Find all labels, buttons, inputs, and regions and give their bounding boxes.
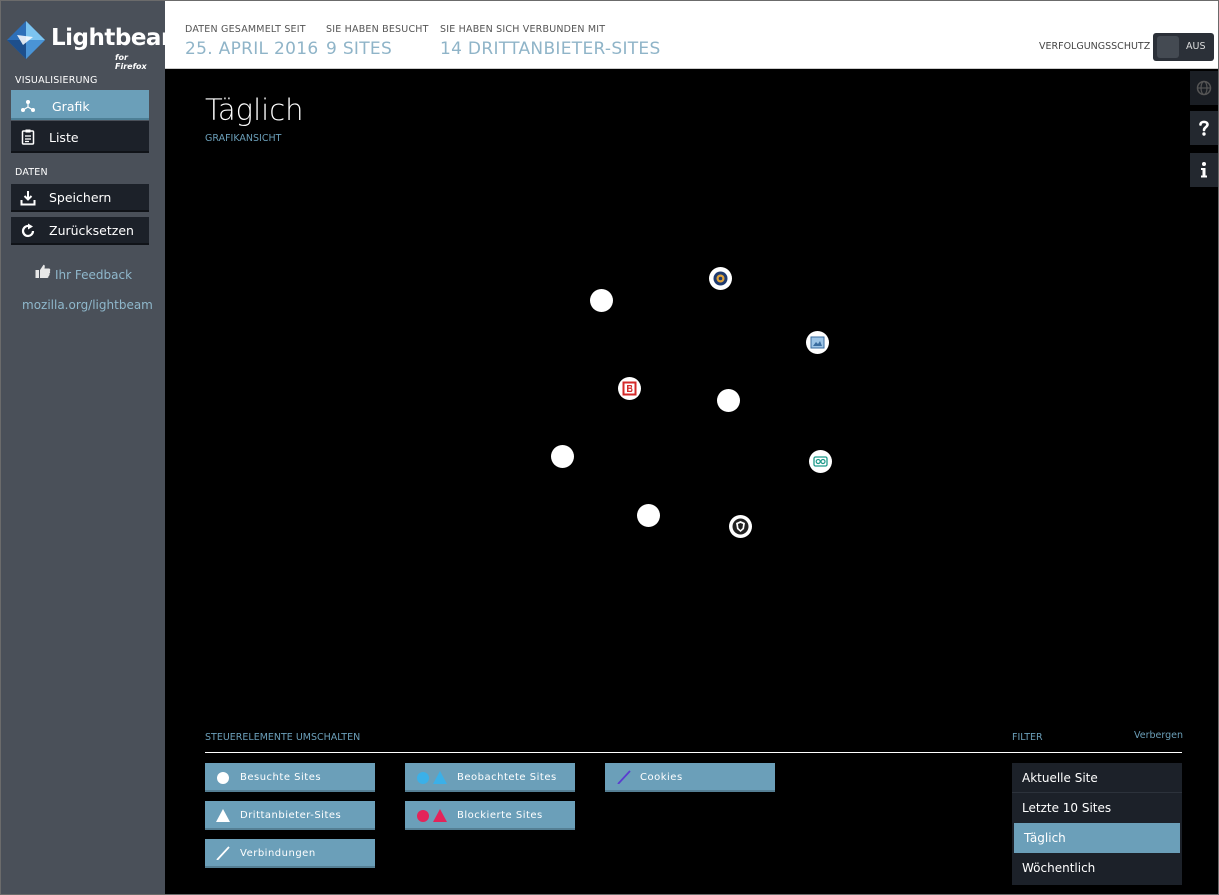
info-button[interactable] xyxy=(1190,153,1218,187)
tracking-protection-state: AUS xyxy=(1186,41,1206,52)
save-label: Speichern xyxy=(49,190,112,205)
tracking-protection-toggle[interactable]: AUS xyxy=(1153,33,1214,61)
download-icon xyxy=(20,191,36,206)
b-favicon-icon xyxy=(622,381,637,396)
site-favicon-node[interactable] xyxy=(809,450,832,473)
filter-current-site[interactable]: Aktuelle Site xyxy=(1012,763,1182,793)
watched-shapes-icon xyxy=(417,771,447,784)
lightbeam-logo[interactable]: Lightbeam for Firefox xyxy=(5,19,185,71)
toggle-controls-title: STEUERELEMENTE UMSCHALTEN xyxy=(205,732,361,743)
thumbs-up-icon xyxy=(35,264,51,278)
list-view-label: Liste xyxy=(49,130,79,145)
graph-icon xyxy=(21,100,35,112)
filter-title: FILTER xyxy=(1012,732,1043,743)
reset-button[interactable]: Zurücksetzen xyxy=(11,217,149,245)
visited-value: 9 SITES xyxy=(326,39,393,59)
crest-favicon-icon xyxy=(732,518,749,535)
visited-site-node[interactable] xyxy=(590,289,613,312)
toggle-third-party-sites-button[interactable]: Drittanbieter-Sites xyxy=(205,801,375,830)
image-favicon-icon xyxy=(810,336,825,349)
graph-view-label: Grafik xyxy=(52,99,90,114)
data-since-value: 25. APRIL 2016 xyxy=(185,39,319,59)
visited-sites-label: Besuchte Sites xyxy=(240,772,322,783)
site-favicon-node[interactable] xyxy=(729,515,752,538)
visited-site-node[interactable] xyxy=(637,504,660,527)
visited-site-node[interactable] xyxy=(551,445,574,468)
connected-value: 14 DRITTANBIETER-SITES xyxy=(440,39,661,59)
badge-favicon-icon xyxy=(713,271,728,286)
globe-icon xyxy=(1196,80,1212,96)
list-view-button[interactable]: Liste xyxy=(11,121,149,153)
site-favicon-node[interactable] xyxy=(618,377,641,400)
reset-label: Zurücksetzen xyxy=(49,223,134,238)
blocked-shapes-icon xyxy=(417,809,447,822)
controls-divider xyxy=(205,752,1182,753)
info-icon xyxy=(1201,162,1207,178)
filter-weekly[interactable]: Wöchentlich xyxy=(1012,853,1182,883)
visualization-section-title: VISUALISIERUNG xyxy=(15,75,98,86)
graph-canvas[interactable] xyxy=(165,151,1190,721)
graph-view-button[interactable]: Grafik xyxy=(11,90,149,120)
blocked-sites-label: Blockierte Sites xyxy=(457,810,543,821)
refresh-icon xyxy=(21,223,35,238)
visited-site-node[interactable] xyxy=(717,389,740,412)
toggle-watched-sites-button[interactable]: Beobachtete Sites xyxy=(405,763,575,792)
watched-sites-label: Beobachtete Sites xyxy=(457,772,557,783)
visited-label: SIE HABEN BESUCHT xyxy=(326,24,429,35)
tracking-protection-label: VERFOLGUNGSSCHUTZ xyxy=(1039,41,1151,52)
filter-current-site-label: Aktuelle Site xyxy=(1022,771,1098,785)
toggle-blocked-sites-button[interactable]: Blockierte Sites xyxy=(405,801,575,830)
mozilla-lightbeam-link[interactable]: mozilla.org/lightbeam xyxy=(22,298,153,312)
data-section-title: DATEN xyxy=(15,167,48,178)
connected-label: SIE HABEN SICH VERBUNDEN MIT xyxy=(440,24,606,35)
filter-menu: Aktuelle Site Letzte 10 Sites Täglich Wö… xyxy=(1012,763,1182,885)
filter-daily-label: Täglich xyxy=(1024,831,1066,845)
third-party-sites-label: Drittanbieter-Sites xyxy=(240,810,342,821)
stats-header: DATEN GESAMMELT SEIT 25. APRIL 2016 SIE … xyxy=(165,1,1218,69)
toggle-cookies-button[interactable]: Cookies xyxy=(605,763,775,792)
app-window: Lightbeam for Firefox VISUALISIERUNG Gra… xyxy=(0,0,1219,895)
connections-label: Verbindungen xyxy=(240,848,316,859)
clipboard-icon xyxy=(21,129,35,145)
site-favicon-node[interactable] xyxy=(806,331,829,354)
cookies-label: Cookies xyxy=(640,772,683,783)
save-button[interactable]: Speichern xyxy=(11,184,149,212)
globe-button[interactable] xyxy=(1190,71,1218,105)
toggle-knob xyxy=(1157,36,1179,58)
page-title: Täglich xyxy=(205,93,304,127)
app-tagline: for Firefox xyxy=(115,53,147,71)
page-subtitle: GRAFIKANSICHT xyxy=(205,133,282,144)
hide-controls-link[interactable]: Verbergen xyxy=(1134,730,1183,741)
help-button[interactable] xyxy=(1190,111,1218,145)
ge-favicon-icon xyxy=(813,456,828,467)
feedback-label: Ihr Feedback xyxy=(55,268,133,282)
sidebar: Lightbeam for Firefox VISUALISIERUNG Gra… xyxy=(1,1,185,894)
site-favicon-node[interactable] xyxy=(709,267,732,290)
filter-weekly-label: Wöchentlich xyxy=(1022,861,1096,875)
data-since-label: DATEN GESAMMELT SEIT xyxy=(185,24,306,35)
filter-daily[interactable]: Täglich xyxy=(1014,823,1180,853)
toggle-visited-sites-button[interactable]: Besuchte Sites xyxy=(205,763,375,792)
filter-last-10-label: Letzte 10 Sites xyxy=(1022,801,1112,815)
toggle-connections-button[interactable]: Verbindungen xyxy=(205,839,375,868)
filter-last-10-sites[interactable]: Letzte 10 Sites xyxy=(1012,793,1182,823)
help-icon xyxy=(1199,120,1209,136)
lightbeam-logo-icon xyxy=(7,21,45,59)
